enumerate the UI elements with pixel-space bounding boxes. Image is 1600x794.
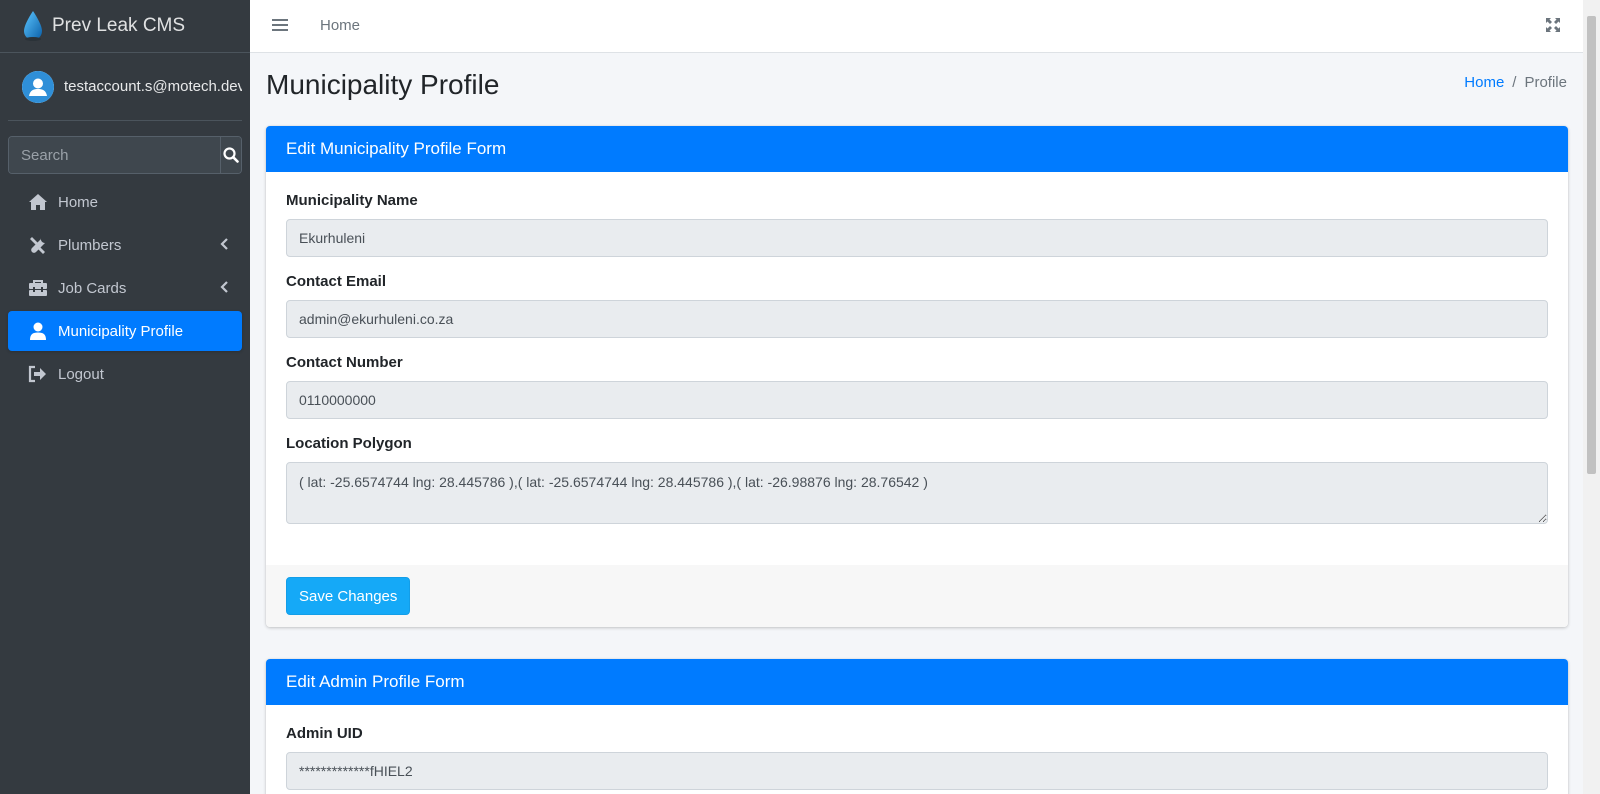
sidebar-item-label: Home — [58, 193, 99, 211]
page-title: Municipality Profile — [266, 69, 500, 100]
water-drop-logo-icon — [24, 11, 42, 41]
location-polygon-textarea[interactable]: ( lat: -25.6574744 lng: 28.445786 ),( la… — [286, 462, 1548, 524]
page-scrollbar[interactable] — [1583, 0, 1600, 794]
breadcrumb-home-link[interactable]: Home — [1464, 74, 1504, 91]
contact-email-label: Contact Email — [286, 273, 387, 290]
sidebar-item-logout[interactable]: Logout — [8, 354, 242, 394]
chevron-left-icon — [220, 238, 228, 250]
form-group: Admin UID — [286, 725, 1548, 790]
tools-icon — [28, 235, 48, 255]
sidebar-item-job-cards[interactable]: Job Cards — [8, 268, 242, 308]
main-content: Municipality Profile Home / Profile Edit M… — [250, 53, 1583, 794]
home-icon — [28, 192, 48, 212]
save-changes-button[interactable]: Save Changes — [286, 577, 411, 615]
contact-number-label: Contact Number — [286, 354, 403, 371]
card-header: Edit Municipality Profile Form — [266, 126, 1568, 172]
sidebar-item-label: Logout — [58, 365, 104, 383]
fullscreen-icon[interactable] — [1545, 17, 1561, 33]
user-panel[interactable]: testaccount.s@motech.dev — [8, 53, 242, 121]
top-home-link[interactable]: Home — [320, 17, 360, 34]
sidebar-item-label: Municipality Profile — [58, 322, 184, 340]
card-footer: Save Changes — [266, 565, 1568, 627]
municipality-name-label: Municipality Name — [286, 192, 418, 209]
breadcrumb-current: Profile — [1524, 74, 1567, 91]
card-header: Edit Admin Profile Form — [266, 659, 1568, 705]
sidebar-item-plumbers[interactable]: Plumbers — [8, 225, 242, 265]
sidebar-item-label: Job Cards — [58, 279, 127, 297]
avatar — [22, 70, 54, 103]
scrollbar-thumb[interactable] — [1587, 16, 1596, 474]
chevron-left-icon — [220, 281, 228, 293]
user-email[interactable]: testaccount.s@motech.dev — [64, 78, 242, 95]
brand-text: Prev Leak CMS — [52, 15, 186, 36]
breadcrumb-separator: / — [1512, 74, 1517, 91]
form-group: Municipality Name — [286, 192, 1548, 257]
menu-toggle-icon[interactable] — [272, 18, 288, 32]
sidebar-nav: Home Plumbers Job Cards Municipality Pro… — [8, 182, 242, 394]
sidebar-item-home[interactable]: Home — [8, 182, 242, 222]
sidebar-item-label: Plumbers — [58, 236, 122, 254]
logout-icon — [28, 364, 48, 384]
location-polygon-label: Location Polygon — [286, 435, 412, 452]
form-group: Contact Number — [286, 354, 1548, 419]
sidebar-search — [8, 136, 242, 174]
admin-profile-card: Edit Admin Profile Form Admin UID — [266, 659, 1568, 794]
card-body: Admin UID — [266, 705, 1568, 790]
form-group: Location Polygon ( lat: -25.6574744 lng:… — [286, 435, 1548, 529]
user-avatar-icon — [22, 70, 54, 103]
contact-email-input[interactable] — [286, 300, 1548, 338]
toolbox-icon — [28, 278, 48, 298]
search-button[interactable] — [220, 137, 241, 173]
admin-uid-label: Admin UID — [286, 725, 363, 742]
breadcrumb: Home / Profile — [1464, 74, 1567, 91]
brand-link[interactable]: Prev Leak CMS — [0, 0, 250, 53]
search-input[interactable] — [9, 137, 220, 173]
contact-number-input[interactable] — [286, 381, 1548, 419]
municipality-name-input[interactable] — [286, 219, 1548, 257]
search-icon — [223, 147, 239, 163]
municipality-profile-card: Edit Municipality Profile Form Municipal… — [266, 126, 1568, 627]
sidebar-item-municipality-profile[interactable]: Municipality Profile — [8, 311, 242, 351]
admin-uid-input[interactable] — [286, 752, 1548, 790]
form-group: Contact Email — [286, 273, 1548, 338]
topbar: Home — [250, 0, 1583, 53]
sidebar: Prev Leak CMS testaccount.s@motech.dev H… — [0, 0, 250, 794]
user-icon — [28, 321, 48, 341]
card-body: Municipality Name Contact Email Contact … — [266, 172, 1568, 529]
